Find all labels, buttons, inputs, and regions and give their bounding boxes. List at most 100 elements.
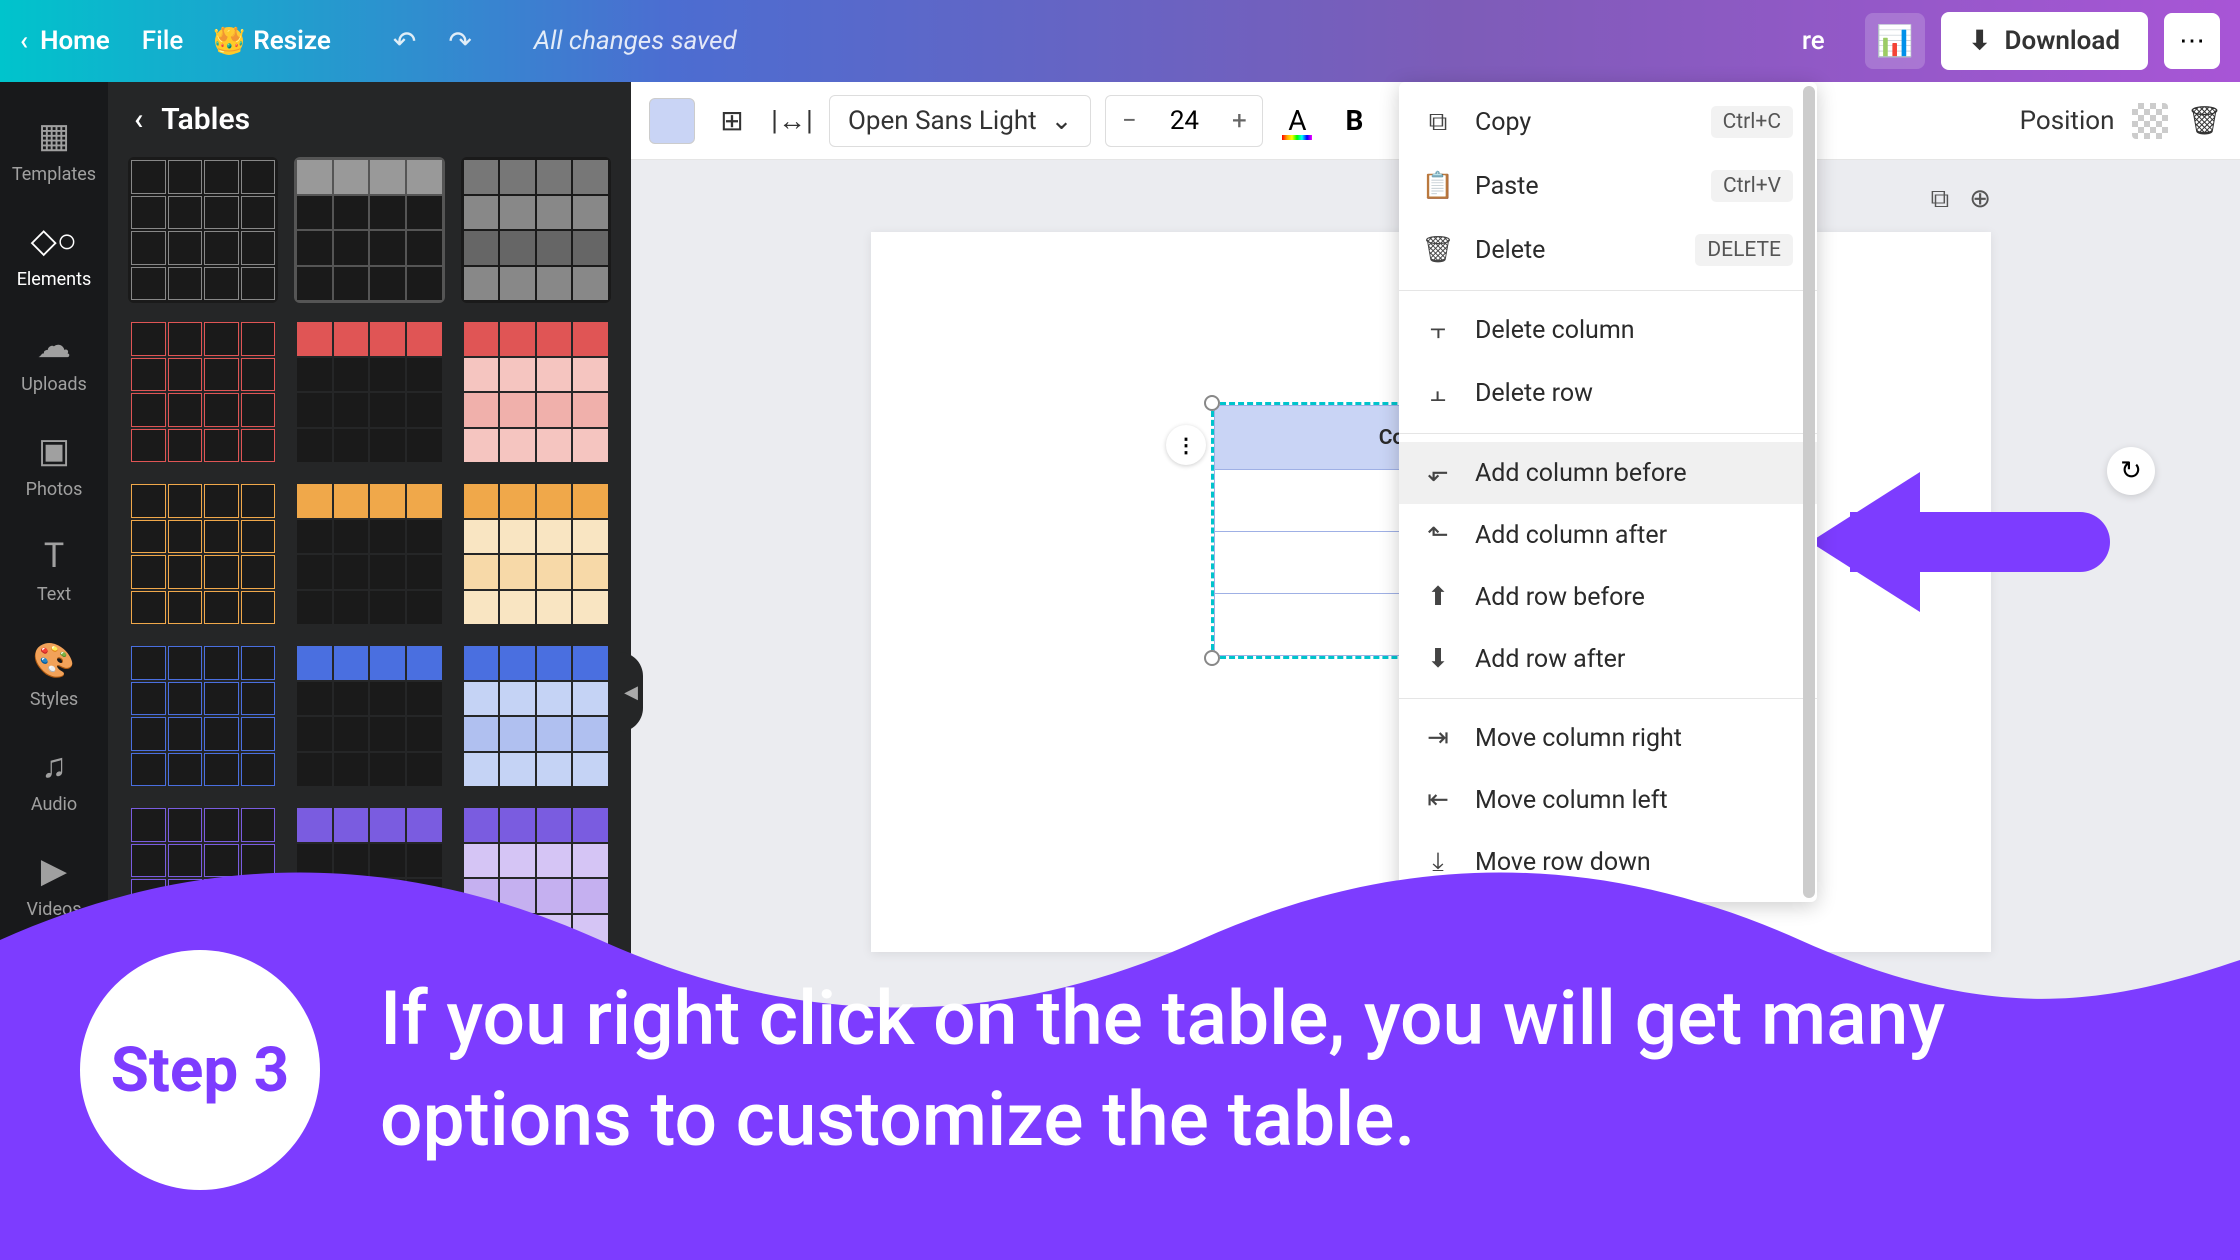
file-button[interactable]: File <box>142 26 184 56</box>
elements-icon: ◇○ <box>31 221 78 261</box>
menu-label: Add column after <box>1475 521 1667 550</box>
home-label: Home <box>40 26 110 56</box>
download-button[interactable]: ⬇ Download <box>1941 12 2148 70</box>
menu-add-column-after[interactable]: ⬑ Add column after <box>1399 504 1817 566</box>
rail-elements[interactable]: ◇○Elements <box>0 207 108 304</box>
menu-delete-column[interactable]: ⫟ Delete column <box>1399 299 1817 362</box>
table-style-blue-header[interactable] <box>294 643 444 789</box>
transparency-button[interactable] <box>2132 103 2168 139</box>
menu-shortcut: Ctrl+V <box>1711 170 1793 202</box>
table-style-red-outline[interactable] <box>128 319 278 465</box>
add-row-before-icon: ⬆ <box>1423 582 1453 612</box>
font-size-value[interactable]: 24 <box>1152 106 1216 136</box>
menu-move-column-right[interactable]: ⇥ Move column right <box>1399 707 1817 769</box>
crown-icon: 👑 <box>215 27 243 55</box>
photos-icon: ▣ <box>38 431 70 471</box>
paste-icon: 📋 <box>1423 171 1453 201</box>
font-size-increase[interactable]: + <box>1216 96 1262 146</box>
menu-add-column-before[interactable]: ⬐ Add column before <box>1399 442 1817 504</box>
chart-icon: 📊 <box>1876 24 1913 59</box>
delete-column-icon: ⫟ <box>1423 315 1453 346</box>
table-style-orange-outline[interactable] <box>128 481 278 627</box>
trash-icon: 🗑 <box>1423 235 1453 265</box>
undo-button[interactable]: ↶ <box>393 25 416 58</box>
table-style-gray-header[interactable] <box>294 157 444 303</box>
add-column-before-icon: ⬐ <box>1423 458 1453 488</box>
table-options-button[interactable]: ⋮ <box>1166 425 1206 465</box>
rail-audio[interactable]: ♫Audio <box>0 732 108 829</box>
page-icons: ⧉ ⊕ <box>1931 184 1991 215</box>
menu-divider <box>1399 433 1817 434</box>
rail-text[interactable]: TText <box>0 522 108 619</box>
redo-button[interactable]: ↷ <box>448 25 471 58</box>
table-style-gray-alt[interactable] <box>461 157 611 303</box>
share-button[interactable]: re <box>1778 16 1849 66</box>
rail-uploads[interactable]: ☁Uploads <box>0 312 108 409</box>
add-page-icon[interactable]: ⊕ <box>1969 184 1991 215</box>
menu-label: Add column before <box>1475 459 1687 488</box>
menu-scrollbar[interactable] <box>1803 86 1815 898</box>
refresh-button[interactable]: ↻ <box>2107 447 2155 495</box>
table-style-red-alt[interactable] <box>461 319 611 465</box>
insights-button[interactable]: 📊 <box>1865 13 1925 69</box>
rail-styles[interactable]: 🎨Styles <box>0 627 108 724</box>
resize-handle-tl[interactable] <box>1204 395 1220 411</box>
tutorial-text: If you right click on the table, you wil… <box>380 969 2160 1172</box>
font-size-decrease[interactable]: − <box>1106 96 1152 146</box>
home-button[interactable]: ‹ Home <box>20 26 110 56</box>
undo-redo-group: ↶ ↷ <box>393 25 472 58</box>
chevron-down-icon: ⌄ <box>1051 106 1073 136</box>
menu-delete[interactable]: 🗑 Delete DELETE <box>1399 218 1817 282</box>
ellipsis-icon: ⋯ <box>2179 26 2205 56</box>
color-bar <box>1282 135 1312 140</box>
uploads-icon: ☁ <box>37 326 71 366</box>
font-family-select[interactable]: Open Sans Light ⌄ <box>829 95 1091 147</box>
menu-paste[interactable]: 📋 Paste Ctrl+V <box>1399 154 1817 218</box>
menu-divider <box>1399 698 1817 699</box>
bold-button[interactable]: B <box>1331 104 1377 137</box>
menu-add-row-after[interactable]: ⬇ Add row after <box>1399 628 1817 690</box>
position-button[interactable]: Position <box>2020 106 2115 136</box>
step-badge: Step 3 <box>80 950 320 1190</box>
panel-collapse-button[interactable]: ◀ <box>619 652 643 732</box>
download-icon: ⬇ <box>1969 26 1991 56</box>
text-color-button[interactable]: A <box>1277 96 1317 146</box>
menu-label: Add row before <box>1475 583 1645 612</box>
menu-copy[interactable]: ⧉ Copy Ctrl+C <box>1399 90 1817 154</box>
styles-icon: 🎨 <box>33 641 75 681</box>
tutorial-overlay: Step 3 If you right click on the table, … <box>0 820 2240 1260</box>
table-style-red-header[interactable] <box>294 319 444 465</box>
rail-templates[interactable]: ▦Templates <box>0 102 108 199</box>
menu-label: Delete row <box>1475 379 1593 408</box>
menu-label: Paste <box>1475 172 1539 201</box>
spacing-button[interactable]: |↔| <box>769 98 815 144</box>
table-style-orange-alt[interactable] <box>461 481 611 627</box>
delete-button[interactable]: 🗑 <box>2186 104 2222 137</box>
font-name: Open Sans Light <box>848 106 1037 136</box>
more-button[interactable]: ⋯ <box>2164 13 2220 69</box>
panel-title: Tables <box>161 102 250 137</box>
delete-row-icon: ⫠ <box>1423 378 1453 409</box>
menu-shortcut: DELETE <box>1695 234 1793 266</box>
border-style-button[interactable]: ⊞ <box>709 98 755 144</box>
duplicate-page-icon[interactable]: ⧉ <box>1931 184 1950 215</box>
back-icon[interactable]: ‹ <box>134 102 143 137</box>
resize-label: Resize <box>253 26 331 56</box>
menu-delete-row[interactable]: ⫠ Delete row <box>1399 362 1817 425</box>
resize-button[interactable]: 👑 Resize <box>215 26 331 56</box>
arrow-body <box>1850 512 2110 572</box>
resize-handle-bl[interactable] <box>1204 650 1220 666</box>
top-bar: ‹ Home File 👑 Resize ↶ ↷ All changes sav… <box>0 0 2240 82</box>
table-style-blue-alt[interactable] <box>461 643 611 789</box>
audio-icon: ♫ <box>41 746 67 786</box>
context-menu: ⧉ Copy Ctrl+C 📋 Paste Ctrl+V 🗑 Delete DE… <box>1399 82 1817 902</box>
fill-color-swatch[interactable] <box>649 98 695 144</box>
table-style-blue-outline[interactable] <box>128 643 278 789</box>
menu-label: Copy <box>1475 108 1531 137</box>
table-style-orange-header[interactable] <box>294 481 444 627</box>
download-label: Download <box>2005 26 2120 56</box>
refresh-icon: ↻ <box>2120 456 2142 486</box>
menu-add-row-before[interactable]: ⬆ Add row before <box>1399 566 1817 628</box>
rail-photos[interactable]: ▣Photos <box>0 417 108 514</box>
table-style-gray-outline[interactable] <box>128 157 278 303</box>
